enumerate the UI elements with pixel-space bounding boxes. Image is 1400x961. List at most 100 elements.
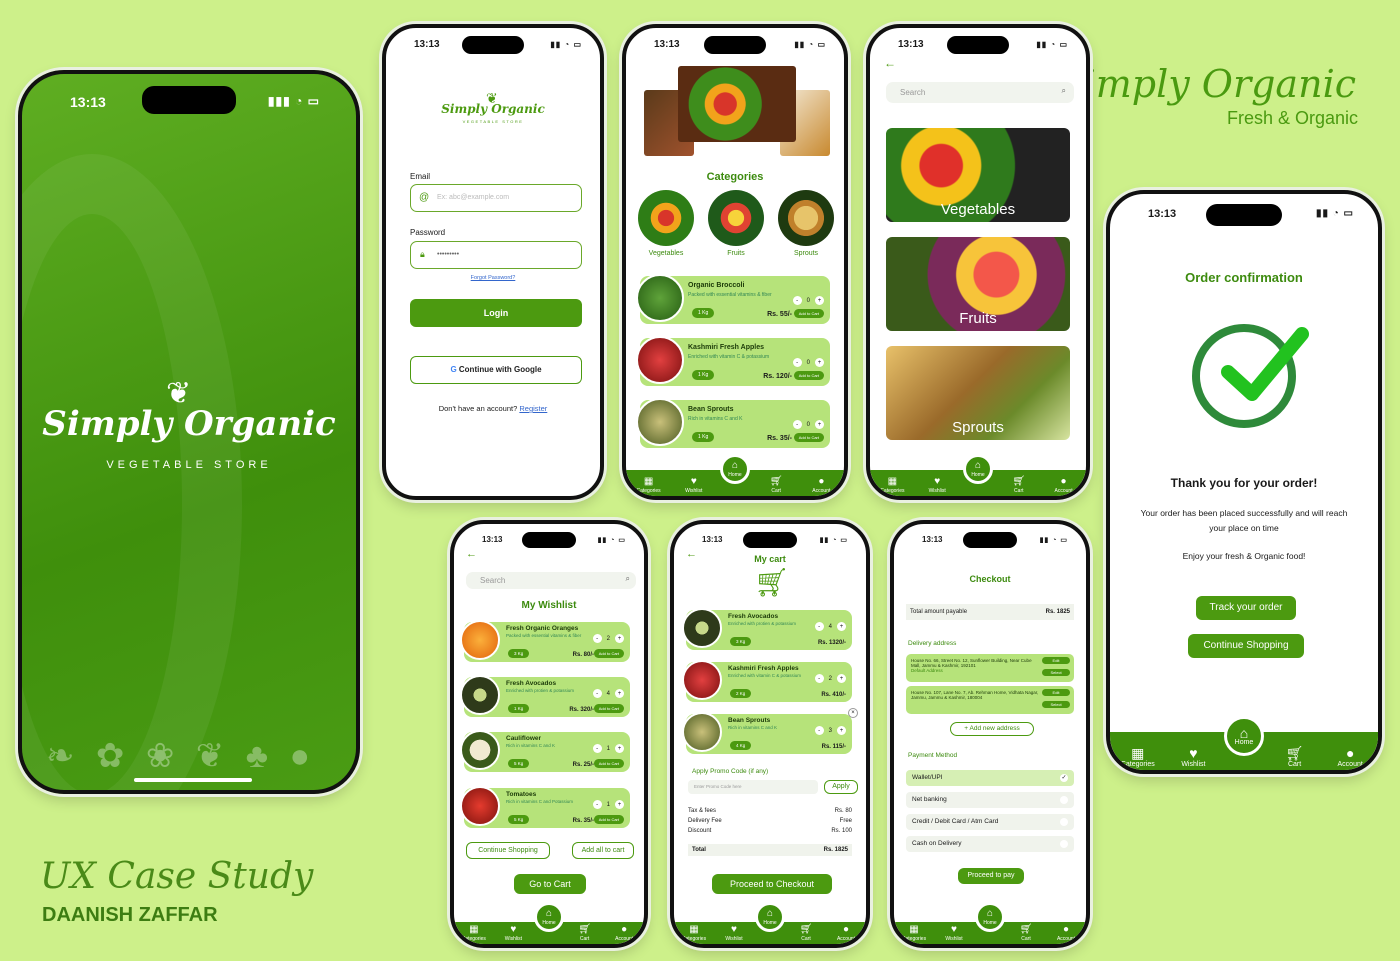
search-input[interactable]: Search ⌕ bbox=[886, 82, 1074, 103]
nav-home[interactable]: ⌂ Home bbox=[755, 902, 785, 932]
nav-account[interactable]: ● Account bbox=[1047, 924, 1085, 942]
cart-item[interactable]: Bean Sprouts Rich in vitamins C and K 4 … bbox=[682, 708, 858, 754]
product-card[interactable]: Kashmiri Fresh Apples Enriched with vita… bbox=[636, 336, 830, 386]
quantity-stepper[interactable]: -0 + bbox=[792, 296, 824, 305]
nav-wishlist[interactable]: ♥ Wishlist bbox=[935, 924, 973, 942]
product-card[interactable]: Organic Broccoli Packed with essential v… bbox=[636, 274, 830, 324]
select-button[interactable]: Select bbox=[1042, 669, 1070, 676]
google-button[interactable]: G Continue with Google bbox=[410, 356, 582, 384]
quantity-stepper[interactable]: -4 + bbox=[814, 622, 846, 631]
nav-categories[interactable]: ▦ Categories bbox=[895, 924, 933, 942]
proceed-checkout-button[interactable]: Proceed to Checkout bbox=[712, 874, 832, 894]
payment-option[interactable]: Cash on Delivery bbox=[906, 836, 1074, 852]
quantity-stepper[interactable]: -0 + bbox=[792, 358, 824, 367]
category-sprouts[interactable]: Sprouts bbox=[778, 190, 834, 257]
nav-wishlist[interactable]: ♥ Wishlist bbox=[715, 924, 753, 942]
go-to-cart-button[interactable]: Go to Cart bbox=[514, 874, 586, 894]
track-order-button[interactable]: Track your order bbox=[1196, 596, 1296, 620]
address-card[interactable]: House No. 107, Lane No. 7, Ab. Rehman Ho… bbox=[906, 686, 1074, 714]
nav-cart[interactable]: 🛒︎ Cart bbox=[1007, 924, 1045, 942]
login-button[interactable]: Login bbox=[410, 299, 582, 327]
nav-cart[interactable]: 🛒︎ Cart bbox=[1000, 476, 1038, 494]
nav-home[interactable]: ⌂ Home bbox=[533, 902, 564, 932]
quantity-stepper[interactable]: -0 + bbox=[792, 420, 824, 429]
add-address-button[interactable]: + Add new address bbox=[950, 722, 1034, 736]
category-card-fruits[interactable]: Fruits bbox=[886, 237, 1070, 331]
add-to-cart-button[interactable]: Add to Cart bbox=[793, 371, 824, 380]
nav-categories[interactable]: ▦ Categories bbox=[1113, 745, 1163, 768]
continue-shopping-button[interactable]: Continue Shopping bbox=[1188, 634, 1304, 658]
nav-wishlist[interactable]: ♥ Wishlist bbox=[494, 924, 532, 942]
add-to-cart-button[interactable]: Add to Cart bbox=[593, 649, 624, 658]
qty-select[interactable]: 5 Kg bbox=[508, 759, 530, 768]
search-input[interactable]: Search ⌕ bbox=[466, 572, 636, 589]
nav-wishlist[interactable]: ♥ Wishlist bbox=[675, 476, 713, 494]
cart-item[interactable]: Fresh Avocados Enriched with protien & p… bbox=[682, 608, 852, 650]
payment-option[interactable]: Wallet/UPI ✓ bbox=[906, 770, 1074, 786]
add-to-cart-button[interactable]: Add to Cart bbox=[593, 759, 624, 768]
qty-select[interactable]: 1 Kg bbox=[692, 370, 715, 380]
product-card[interactable]: Bean Sprouts Rich in vitamins C and K 1 … bbox=[636, 398, 830, 448]
payment-option[interactable]: Net banking bbox=[906, 792, 1074, 808]
qty-select[interactable]: 1 Kg bbox=[692, 308, 715, 318]
nav-wishlist[interactable]: ♥ Wishlist bbox=[1168, 745, 1218, 768]
nav-categories[interactable]: ▦ Categories bbox=[630, 476, 668, 494]
register-link[interactable]: Register bbox=[519, 404, 547, 413]
wishlist-item[interactable]: Fresh Avocados Enriched with protien & p… bbox=[460, 675, 630, 717]
back-arrow-icon[interactable]: ← bbox=[466, 548, 477, 560]
nav-account[interactable]: ● Account bbox=[802, 476, 840, 494]
nav-account[interactable]: ● Account bbox=[605, 924, 643, 942]
address-card[interactable]: House No. 66, Street No. 12, Sunflower B… bbox=[906, 654, 1074, 682]
promo-input[interactable]: Enter Promo Code here bbox=[688, 780, 818, 794]
wishlist-item[interactable]: Tomatoes Rich in vitamins C and Potassiu… bbox=[460, 786, 630, 828]
proceed-to-pay-button[interactable]: Proceed to pay bbox=[958, 868, 1024, 884]
back-arrow-icon[interactable]: ← bbox=[884, 56, 896, 70]
qty-select[interactable]: 3 Kg bbox=[508, 649, 530, 658]
apply-button[interactable]: Apply bbox=[824, 780, 858, 794]
add-all-to-cart-button[interactable]: Add all to cart bbox=[572, 842, 634, 859]
nav-account[interactable]: ● Account bbox=[827, 924, 865, 942]
edit-button[interactable]: Edit bbox=[1042, 689, 1070, 696]
nav-cart[interactable]: 🛒︎ Cart bbox=[566, 924, 604, 942]
cart-item[interactable]: Kashmiri Fresh Apples Enriched with vita… bbox=[682, 660, 852, 702]
category-fruits[interactable]: Fruits bbox=[708, 190, 764, 257]
qty-select[interactable]: 4 Kg bbox=[730, 741, 752, 750]
select-button[interactable]: Select bbox=[1042, 701, 1070, 708]
nav-cart[interactable]: 🛒︎ Cart bbox=[1270, 745, 1320, 768]
remove-icon[interactable]: × bbox=[848, 708, 858, 718]
payment-option[interactable]: Credit / Debit Card / Atm Card bbox=[906, 814, 1074, 830]
qty-select[interactable]: 5 Kg bbox=[508, 815, 530, 824]
nav-categories[interactable]: ▦ Categories bbox=[873, 476, 911, 494]
quantity-stepper[interactable]: -4 + bbox=[592, 689, 624, 698]
category-card-sprouts[interactable]: Sprouts bbox=[886, 346, 1070, 440]
add-to-cart-button[interactable]: Add to Cart bbox=[793, 309, 824, 318]
qty-select[interactable]: 1 Kg bbox=[508, 704, 530, 713]
nav-home[interactable]: ⌂ Home bbox=[719, 454, 750, 484]
quantity-stepper[interactable]: -1 + bbox=[592, 744, 624, 753]
wishlist-item[interactable]: Fresh Organic Oranges Packed with essent… bbox=[460, 620, 630, 662]
qty-select[interactable]: 1 Kg bbox=[692, 432, 715, 442]
password-field[interactable]: 🔒︎ ••••••••• bbox=[410, 241, 582, 269]
category-card-vegetables[interactable]: Vegetables bbox=[886, 128, 1070, 222]
quantity-stepper[interactable]: -1 + bbox=[592, 800, 624, 809]
nav-wishlist[interactable]: ♥ Wishlist bbox=[918, 476, 956, 494]
nav-home[interactable]: ⌂ Home bbox=[962, 454, 993, 484]
wishlist-item[interactable]: Cauliflower Rich in vitamins C and K 5 K… bbox=[460, 730, 630, 772]
nav-account[interactable]: ● Account bbox=[1045, 476, 1083, 494]
add-to-cart-button[interactable]: Add to Cart bbox=[793, 433, 824, 442]
qty-select[interactable]: 3 Kg bbox=[730, 637, 752, 646]
add-to-cart-button[interactable]: Add to Cart bbox=[593, 815, 624, 824]
email-field[interactable]: @ Ex: abc@example.com bbox=[410, 184, 582, 212]
nav-cart[interactable]: 🛒︎ Cart bbox=[787, 924, 825, 942]
quantity-stepper[interactable]: -2 + bbox=[592, 634, 624, 643]
nav-cart[interactable]: 🛒︎ Cart bbox=[757, 476, 795, 494]
nav-categories[interactable]: ▦ Categories bbox=[675, 924, 713, 942]
add-to-cart-button[interactable]: Add to Cart bbox=[593, 704, 624, 713]
quantity-stepper[interactable]: -3 + bbox=[814, 726, 846, 735]
nav-home[interactable]: ⌂ Home bbox=[1223, 716, 1264, 756]
quantity-stepper[interactable]: -2 + bbox=[814, 674, 846, 683]
category-vegetables[interactable]: Vegetables bbox=[638, 190, 694, 257]
nav-account[interactable]: ● Account bbox=[1325, 745, 1375, 768]
nav-categories[interactable]: ▦ Categories bbox=[455, 924, 493, 942]
continue-shopping-button[interactable]: Continue Shopping bbox=[466, 842, 550, 859]
